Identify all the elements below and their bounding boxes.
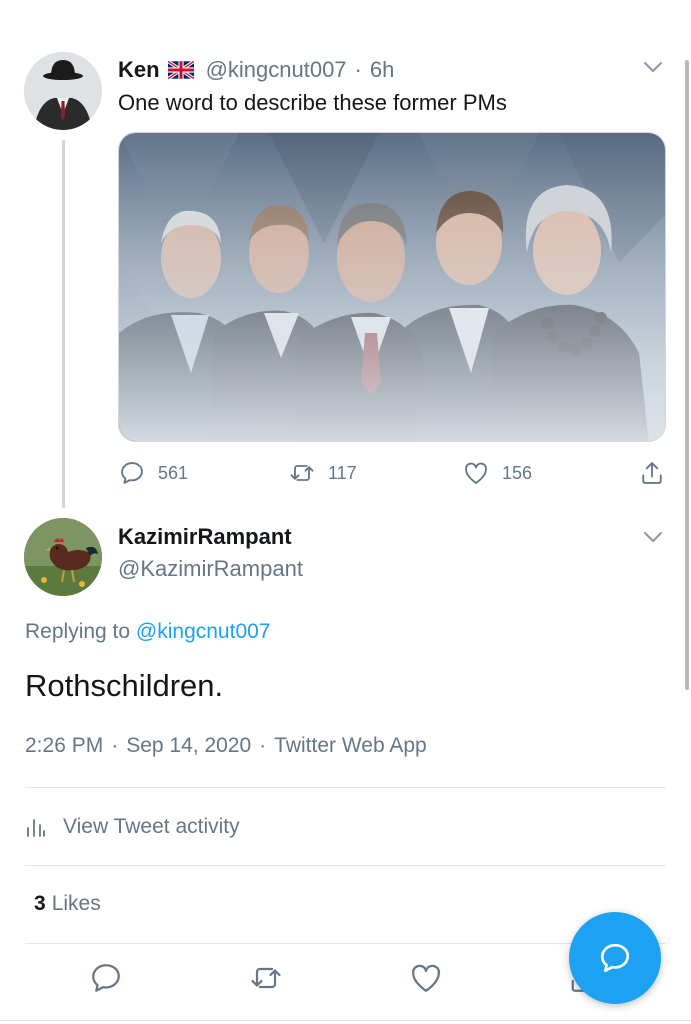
like-count: 156 [502,462,533,483]
likes-count: 3 [34,892,46,915]
likes-summary[interactable]: 3 Likes [34,892,101,916]
author-name[interactable]: Ken [118,57,160,83]
share-action[interactable] [638,455,678,491]
like-button[interactable] [408,960,444,996]
reply-count: 561 [158,462,189,483]
tweet-text: One word to describe these former PMs [118,90,507,115]
replying-mention-link[interactable]: @kingcnut007 [136,620,271,643]
tweet-time[interactable]: 6h [370,57,394,83]
uk-flag-icon [167,60,194,80]
reply-icon [121,462,143,484]
heart-icon [411,964,441,992]
chevron-down-icon[interactable] [642,530,664,544]
tweet-header: Ken @kingcnut007 · 6h [118,56,394,84]
chevron-down-icon[interactable] [642,60,664,74]
photo-former-prime-ministers [119,133,665,441]
tweet-date[interactable]: Sep 14, 2020 [103,734,251,757]
reply-action[interactable]: 561 [118,455,188,491]
tweet-text: Rothschildren. [25,668,224,703]
retweet-icon [251,967,281,989]
compose-reply-button[interactable] [569,912,661,1004]
reply-icon [92,964,120,992]
avatar[interactable] [24,518,102,596]
heart-icon [465,462,487,484]
tweet-photo[interactable] [118,132,666,442]
tweet-time[interactable]: 2:26 PM [25,734,103,757]
divider [0,1020,691,1021]
separator: · [354,57,362,82]
retweet-icon [290,465,314,481]
tweet-actions: 561 117 156 [118,455,674,491]
retweet-action[interactable]: 117 [288,455,357,491]
author-handle[interactable]: @KazimirRampant [118,556,303,582]
author-handle[interactable]: @kingcnut007 [206,57,347,83]
view-activity-link[interactable]: View Tweet activity [25,812,240,842]
retweet-button[interactable] [248,960,284,996]
like-action[interactable]: 156 [462,455,532,491]
compose-reply-icon [600,943,630,973]
share-icon [642,462,662,484]
avatar[interactable] [24,52,102,130]
divider [25,865,666,866]
retweet-count: 117 [328,462,357,483]
author-name[interactable]: KazimirRampant [118,524,292,550]
activity-label: View Tweet activity [63,815,240,838]
divider [25,787,666,788]
replying-to: Replying to @kingcnut007 [25,620,270,644]
tweet-meta: 2:26 PMSep 14, 2020Twitter Web App [25,734,427,758]
likes-label: Likes [51,892,101,915]
tweet-source[interactable]: Twitter Web App [251,734,427,757]
reply-button[interactable] [88,960,124,996]
parent-tweet[interactable]: Ken @kingcnut007 · 6h One word to descri… [0,0,691,510]
replying-prefix: Replying to [25,620,131,643]
divider [25,943,666,944]
bar-chart-icon [27,819,45,837]
thread-line [62,140,65,508]
